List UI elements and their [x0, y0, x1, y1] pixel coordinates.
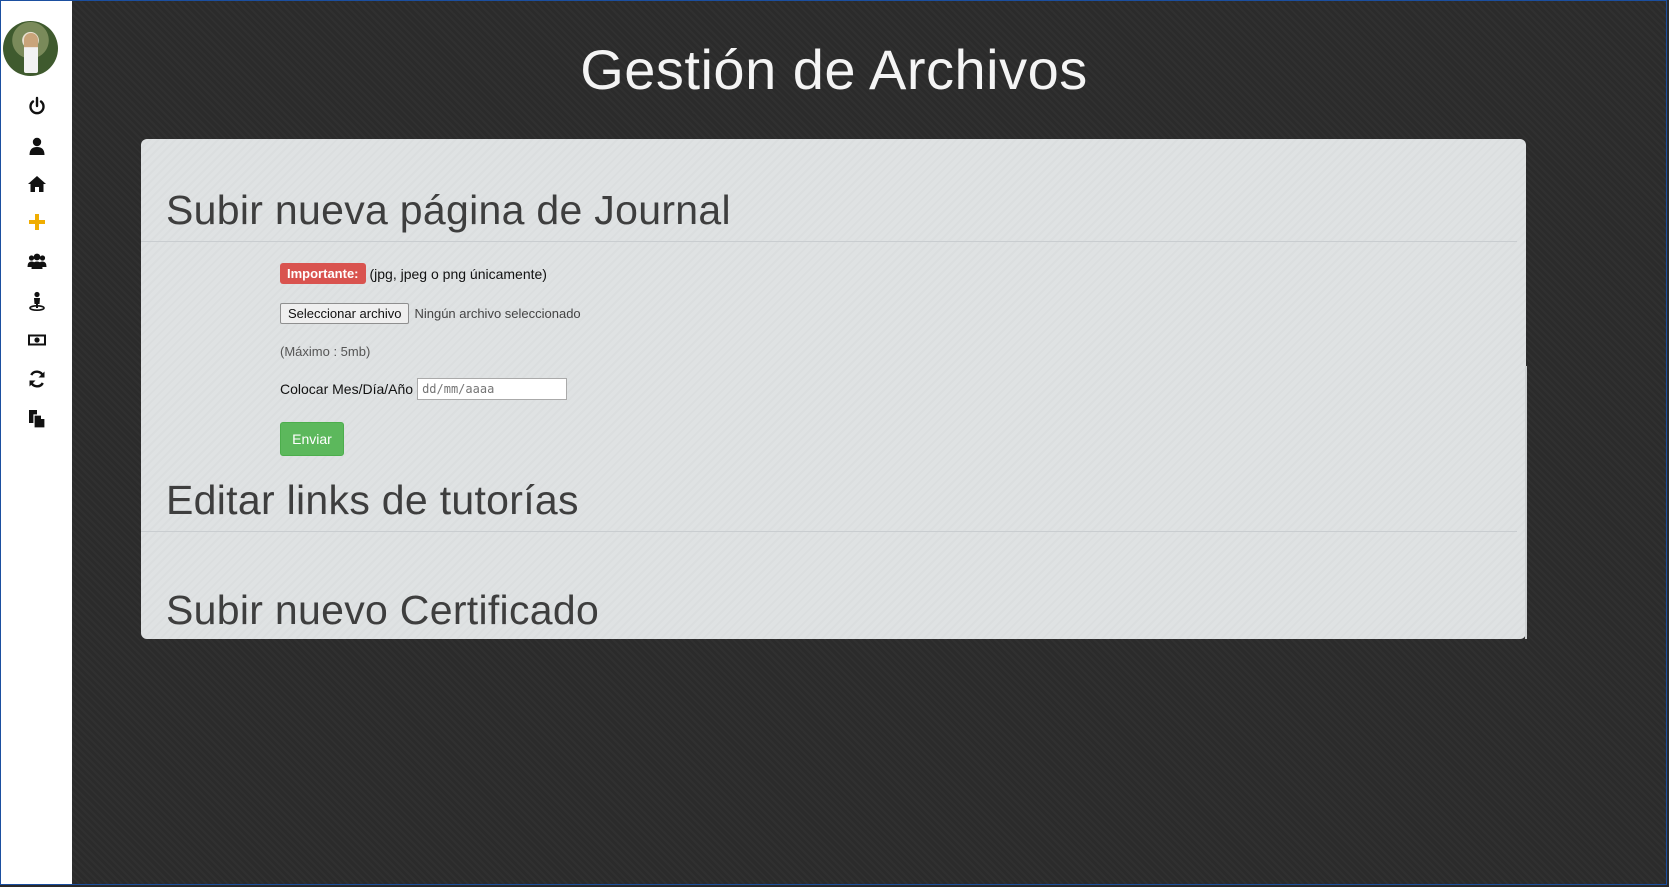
home-button[interactable]	[24, 171, 50, 197]
max-size-row: (Máximo : 5mb)	[280, 344, 370, 359]
file-status: Ningún archivo seleccionado	[414, 306, 581, 321]
certificate-section-title: Subir nuevo Certificado	[166, 587, 600, 633]
files-button[interactable]	[24, 406, 50, 432]
location-button[interactable]	[24, 288, 50, 314]
map-pin-person-icon	[29, 291, 45, 311]
payments-button[interactable]	[24, 327, 50, 353]
important-badge: Importante:	[280, 263, 366, 284]
submit-row: Enviar	[280, 422, 344, 456]
groups-button[interactable]	[24, 248, 50, 274]
journal-section-title: Subir nueva página de Journal	[166, 187, 731, 233]
file-upload-row: Seleccionar archivo Ningún archivo selec…	[280, 303, 581, 324]
files-icon	[29, 410, 46, 429]
users-icon	[27, 253, 47, 269]
profile-button[interactable]	[24, 133, 50, 159]
plus-icon	[29, 214, 45, 230]
avatar-figure	[24, 33, 38, 73]
refresh-button[interactable]	[24, 366, 50, 392]
user-icon	[29, 137, 45, 155]
files-panel[interactable]: Subir nueva página de Journal Importante…	[141, 139, 1526, 639]
panel-scroll-edge	[1525, 366, 1527, 639]
home-icon	[28, 176, 46, 192]
page-title: Gestión de Archivos	[580, 38, 1088, 101]
submit-button[interactable]: Enviar	[280, 422, 344, 456]
important-note: Importante: (jpg, jpeg o png únicamente)	[280, 263, 547, 284]
date-input[interactable]	[417, 378, 568, 400]
power-icon	[29, 96, 45, 115]
money-icon	[28, 334, 46, 346]
choose-file-button[interactable]: Seleccionar archivo	[280, 303, 410, 324]
journal-divider	[141, 241, 1517, 242]
tutorials-divider	[141, 531, 1517, 532]
sidebar	[1, 1, 72, 885]
add-button[interactable]	[24, 209, 50, 235]
date-row: Colocar Mes/Día/Año	[280, 378, 568, 400]
main-content: Gestión de Archivos Subir nueva página d…	[72, 1, 1666, 885]
refresh-icon	[29, 370, 45, 388]
max-size-hint: (Máximo : 5mb)	[280, 344, 371, 359]
avatar[interactable]	[3, 21, 58, 76]
tutorials-section-title: Editar links de tutorías	[166, 477, 579, 523]
important-text: (jpg, jpeg o png únicamente)	[369, 265, 547, 282]
date-label: Colocar Mes/Día/Año	[280, 381, 414, 397]
logout-button[interactable]	[24, 93, 50, 119]
